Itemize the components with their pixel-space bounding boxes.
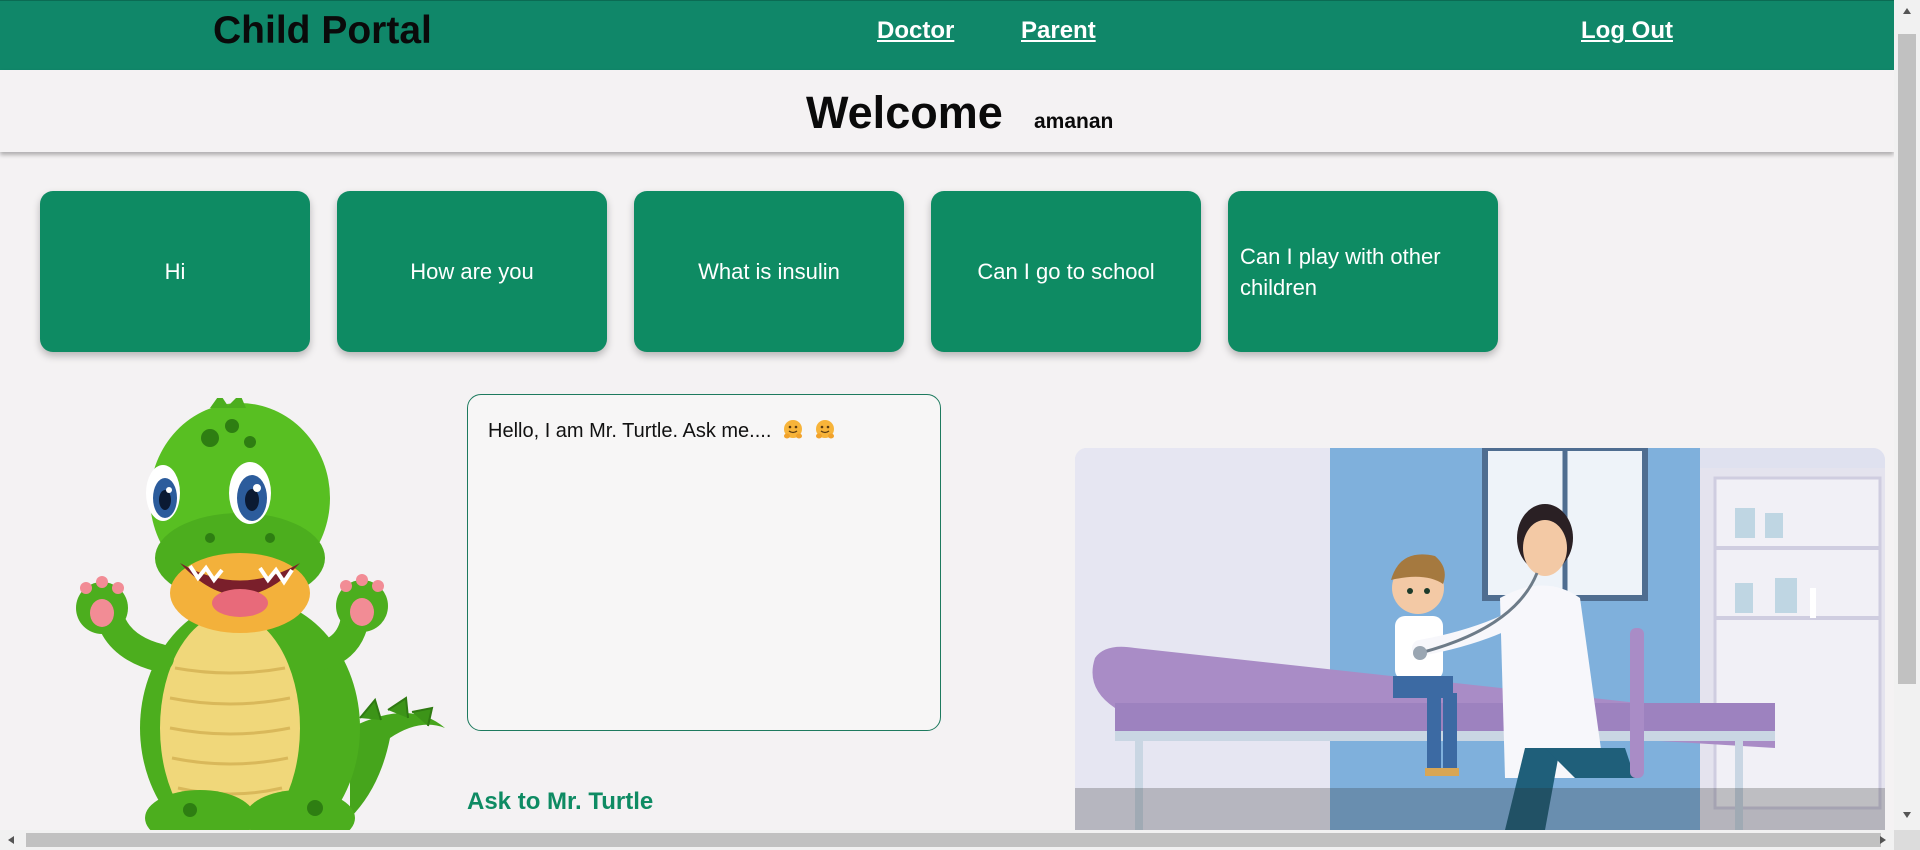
vertical-scroll-thumb[interactable] (1898, 34, 1916, 684)
hugging-face-emoji-icon (783, 420, 802, 439)
scroll-down-arrow-icon[interactable] (1903, 812, 1911, 818)
nav-parent-link[interactable]: Parent (1021, 17, 1096, 45)
welcome-heading: Welcome (806, 87, 1003, 138)
brand-title: Child Portal (213, 9, 432, 52)
scroll-up-arrow-icon[interactable] (1903, 8, 1911, 14)
username-label: amanan (1034, 110, 1114, 133)
question-card-can-i-play[interactable]: Can I play with other children (1228, 191, 1498, 352)
question-card-hi[interactable]: Hi (40, 191, 310, 352)
ask-mr-turtle-button[interactable]: Ask to Mr. Turtle (467, 788, 653, 816)
nav-doctor-link[interactable]: Doctor (877, 17, 954, 45)
hugging-face-emoji-icon (816, 420, 835, 439)
logout-link[interactable]: Log Out (1581, 17, 1673, 45)
vertical-scrollbar[interactable] (1894, 0, 1920, 830)
top-nav-bar: Child Portal Doctor Parent Log Out (0, 0, 1894, 70)
horizontal-scrollbar[interactable] (0, 830, 1894, 850)
doctor-video-player[interactable] (1075, 448, 1885, 830)
doctor-checkup-illustration (1075, 448, 1885, 830)
scrollbar-corner (1894, 830, 1920, 850)
scroll-left-arrow-icon[interactable] (8, 836, 14, 844)
scroll-right-arrow-icon[interactable] (1880, 836, 1886, 844)
question-card-how-are-you[interactable]: How are you (337, 191, 607, 352)
chat-greeting-text: Hello, I am Mr. Turtle. Ask me.... (488, 420, 772, 442)
question-card-what-is-insulin[interactable]: What is insulin (634, 191, 904, 352)
question-card-can-i-go-to-school[interactable]: Can I go to school (931, 191, 1201, 352)
dinosaur-mascot-image (76, 398, 445, 830)
horizontal-scroll-thumb[interactable] (26, 833, 1881, 847)
welcome-banner: Welcome amanan (0, 70, 1894, 152)
chat-message-box: Hello, I am Mr. Turtle. Ask me.... (467, 394, 941, 731)
